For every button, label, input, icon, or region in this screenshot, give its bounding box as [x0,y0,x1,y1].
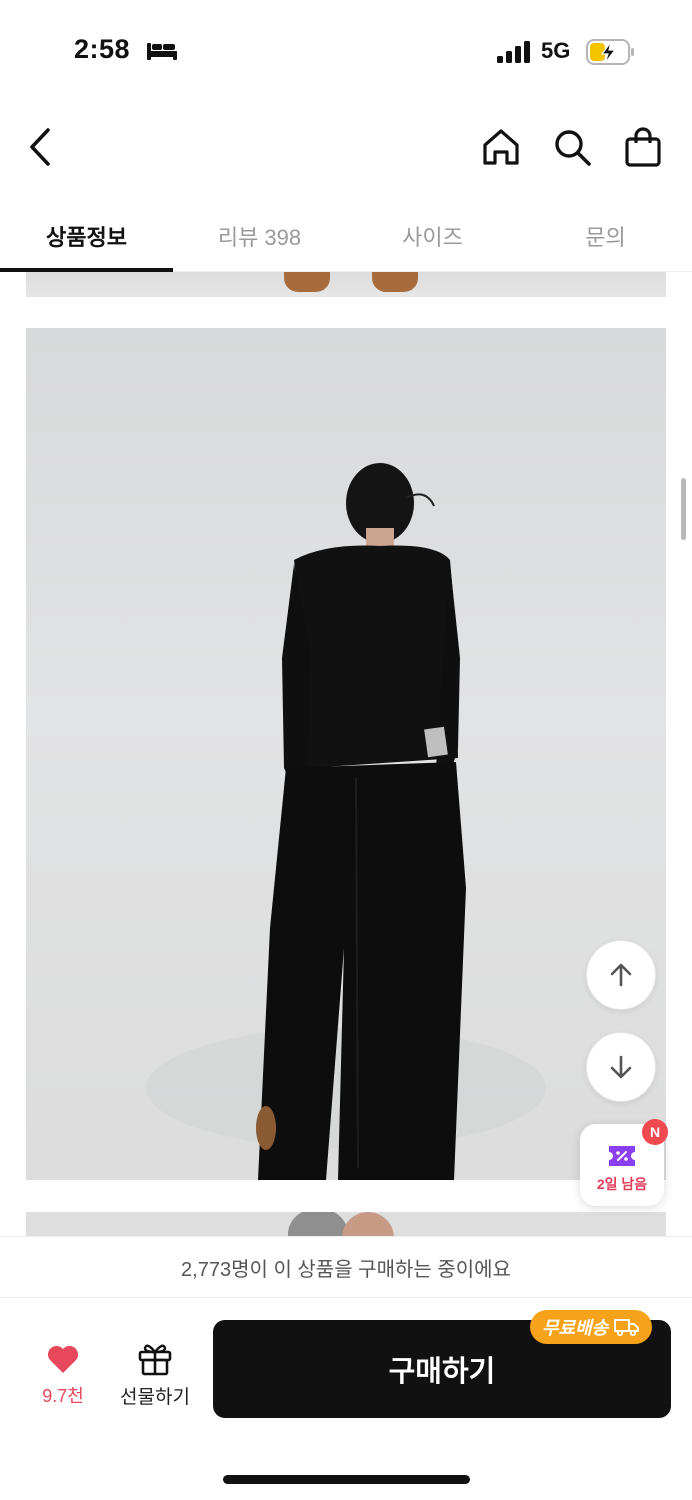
buyers-count-banner: 2,773명이 이 상품을 구매하는 중이에요 [0,1236,692,1298]
bed-icon [147,43,177,60]
free-shipping-badge: 무료배송 [530,1310,653,1344]
bottom-action-bar: 9.7천 선물하기 구매하기 무료배송 [0,1298,692,1500]
model-figure [146,463,546,1180]
gift-icon [138,1344,172,1376]
like-count: 9.7천 [42,1386,84,1406]
signal-icon [497,41,530,63]
back-button[interactable] [16,122,66,172]
boot-graphic [372,272,418,292]
cart-button[interactable] [618,122,668,172]
scroll-bottom-button[interactable] [586,1032,656,1102]
search-button[interactable] [547,122,597,172]
coupon-icon [609,1146,635,1166]
boot-graphic [284,272,330,292]
shopping-bag-icon [625,127,661,167]
tab-reviews[interactable]: 리뷰 398 [173,200,346,271]
tab-size[interactable]: 사이즈 [346,200,519,271]
truck-icon [614,1319,640,1337]
top-navigation [0,100,692,200]
coupon-days-left: 2일 남음 [596,1176,648,1192]
next-product-image [26,1212,666,1236]
home-icon [483,129,519,165]
home-indicator [223,1475,470,1484]
search-icon [555,130,591,166]
arrow-up-icon [610,963,632,987]
like-button[interactable]: 9.7천 [26,1338,100,1412]
home-button[interactable] [476,122,526,172]
status-time: 2:58 [74,34,131,64]
tab-inquiry[interactable]: 문의 [519,200,692,271]
previous-product-image [26,272,666,297]
back-chevron-icon [30,128,50,166]
scroll-top-button[interactable] [586,940,656,1010]
gift-label: 선물하기 [120,1387,190,1408]
detail-tabs: 상품정보 리뷰 398 사이즈 문의 [0,200,692,272]
gift-button[interactable]: 선물하기 [112,1338,198,1412]
free-shipping-label: 무료배송 [542,1318,609,1338]
network-label: 5G [541,38,571,63]
heart-icon [47,1345,79,1373]
new-badge: N [642,1119,668,1145]
arrow-down-icon [610,1055,632,1079]
status-bar: 2:58 5G [0,0,692,100]
product-image [26,328,666,1180]
tab-product-info[interactable]: 상품정보 [0,200,173,272]
product-detail-content [0,272,692,1236]
scrollbar[interactable] [681,478,686,540]
battery-charging-icon [586,39,634,65]
